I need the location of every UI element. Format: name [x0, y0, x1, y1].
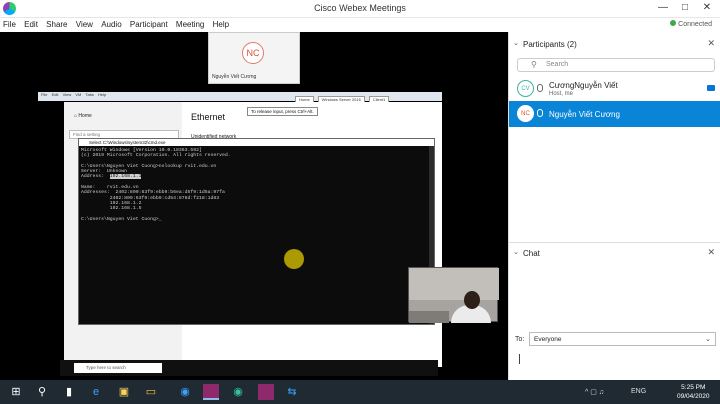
cmd-window[interactable]: Select C:\Windows\system32\cmd.exe Micro… [78, 138, 435, 325]
chevron-down-icon: ⌄ [705, 336, 711, 343]
signal-icon [670, 20, 677, 26]
video-background [409, 268, 499, 300]
teamviewer-icon[interactable]: ⇆ [284, 384, 300, 400]
clock-date: 09/04/2020 [677, 393, 710, 400]
connection-label: Connected [678, 21, 712, 28]
clock-time: 5:25 PM [681, 384, 706, 391]
thumbnail-name: Nguyễn Viết Cương [212, 74, 257, 80]
menu-view[interactable]: View [73, 18, 96, 29]
remote-menu-view[interactable]: View [63, 92, 72, 97]
title-bar: Cisco Webex Meetings — □ ✕ [0, 0, 720, 18]
menu-bar: File Edit Share View Audio Participant M… [0, 18, 508, 32]
close-panel-icon[interactable]: ✕ [707, 38, 715, 49]
search-placeholder: Search [546, 61, 569, 68]
participant-name: Nguyễn Viết Cương [549, 110, 620, 119]
video-person-head [464, 291, 480, 309]
cmd-line: (c) 2019 Microsoft Corporation. All righ… [81, 153, 231, 159]
microphone-icon[interactable] [537, 84, 543, 92]
remote-menu-help[interactable]: Help [98, 92, 106, 97]
close-icon[interactable]: ✕ [696, 2, 718, 13]
chat-header[interactable]: ⌄ Chat ✕ [509, 242, 720, 262]
participants-title: Participants (2) [523, 40, 577, 49]
cmd-prompt: C:\Users\Nguyen Viet Cuong> [81, 216, 159, 222]
menu-edit[interactable]: Edit [21, 18, 41, 29]
chat-recipient-select[interactable]: Everyone ⌄ [529, 332, 716, 346]
maximize-icon[interactable]: □ [674, 2, 696, 13]
chat-input-caret[interactable] [519, 354, 520, 364]
minimize-icon[interactable]: — [652, 2, 674, 13]
windows-start-icon[interactable]: ⊞ [8, 384, 24, 400]
participant-row[interactable]: NC Nguyễn Viết Cương [509, 101, 720, 127]
file-explorer-icon[interactable]: ▭ [143, 384, 159, 400]
cmd-line: Addresses: 2402:800:63f9:ebb9:b6ea:d5f9:… [81, 190, 225, 196]
chat-to-label: To: [515, 336, 525, 343]
webex-taskbar-icon[interactable] [203, 384, 219, 400]
avatar: CV [517, 80, 534, 97]
menu-meeting[interactable]: Meeting [173, 18, 207, 29]
store-icon[interactable]: ▣ [116, 384, 132, 400]
menu-participant[interactable]: Participant [127, 18, 171, 29]
remote-search-box[interactable]: Type here to search [74, 363, 162, 373]
participant-thumbnail[interactable]: NC Nguyễn Viết Cương [208, 32, 300, 84]
chevron-down-icon[interactable]: ⌄ [513, 248, 519, 256]
selected-address: 192.168.1.1 [109, 174, 142, 180]
window-title: Cisco Webex Meetings [314, 3, 406, 13]
task-view-icon[interactable]: ▮ [61, 384, 77, 400]
menu-share[interactable]: Share [43, 18, 70, 29]
settings-heading: Ethernet [191, 112, 226, 122]
remote-menu-tabs[interactable]: Tabs [85, 92, 93, 97]
participant-role: Host, me [549, 91, 574, 97]
microphone-icon[interactable] [537, 109, 543, 117]
chevron-down-icon[interactable]: ⌄ [513, 39, 519, 47]
participant-search-input[interactable]: ⚲ Search [517, 58, 715, 72]
webex-meeting-taskbar-icon[interactable] [258, 384, 274, 400]
avatar: NC [517, 105, 534, 122]
content-stage: NC Nguyễn Viết Cương File Edit View VM T… [0, 32, 508, 380]
edge-browser-icon[interactable]: e [88, 384, 104, 400]
video-desk [409, 311, 449, 323]
settings-home-label: Home [78, 113, 92, 119]
menu-file[interactable]: File [0, 18, 19, 29]
remote-menu-file[interactable]: File [41, 92, 47, 97]
connection-status: Connected [670, 20, 712, 28]
participant-row[interactable]: CV CươngNguyễn Viết Host, me [509, 76, 720, 102]
video-camera-icon [707, 85, 715, 91]
settings-home[interactable]: ⌂ Home [74, 113, 92, 119]
chat-recipient-value: Everyone [534, 336, 562, 343]
search-icon: ⚲ [531, 60, 537, 69]
avatar: NC [242, 42, 264, 64]
cmd-line: Address: [81, 174, 110, 180]
language-indicator[interactable]: ENG [631, 388, 646, 395]
remote-toolbar: File Edit View VM Tabs Help Home Windows … [38, 92, 442, 103]
self-video-preview[interactable] [408, 267, 499, 323]
cmd-line: 2402:800:63f9:ebb9:cd54:876d:f218:1d83 [81, 195, 220, 201]
webex-window: Cisco Webex Meetings — □ ✕ File Edit Sha… [0, 0, 720, 380]
menu-help[interactable]: Help [210, 18, 232, 29]
remote-taskbar: Type here to search [60, 360, 438, 376]
cmd-title: Select C:\Windows\system32\cmd.exe [79, 139, 434, 146]
side-panel: ⌄ Participants (2) ✕ ⚲ Search CV CươngNg… [508, 32, 720, 380]
cmd-line: 192.168.1.5 [81, 206, 142, 212]
windows-taskbar: ⊞ ⚲ ▮ e ▣ ▭ ◉ ◉ ⇆ ^ ▢ ♫ ENG 5:25 PM 09/0… [0, 380, 720, 404]
tray-icons[interactable]: ^ ▢ ♫ [585, 388, 604, 396]
search-icon[interactable]: ⚲ [34, 384, 50, 400]
chat-title: Chat [523, 249, 540, 258]
participant-name: CươngNguyễn Viết [549, 81, 618, 90]
participants-header[interactable]: ⌄ Participants (2) ✕ [509, 34, 720, 54]
chrome-browser-icon[interactable]: ◉ [177, 384, 193, 400]
app-icon[interactable]: ◉ [230, 384, 246, 400]
close-chat-icon[interactable]: ✕ [707, 247, 715, 258]
remote-menu-edit[interactable]: Edit [52, 92, 59, 97]
cmd-output: Microsoft Windows [Version 10.0.18363.59… [81, 148, 231, 222]
remote-menu-vm[interactable]: VM [75, 92, 81, 97]
shared-screen[interactable]: File Edit View VM Tabs Help Home Windows … [30, 88, 498, 380]
release-input-tooltip: To release input, press Ctrl+Alt. [247, 107, 318, 116]
pointer-highlight [284, 249, 304, 269]
system-clock[interactable]: 5:25 PM 09/04/2020 [677, 383, 710, 401]
menu-audio[interactable]: Audio [98, 18, 124, 29]
